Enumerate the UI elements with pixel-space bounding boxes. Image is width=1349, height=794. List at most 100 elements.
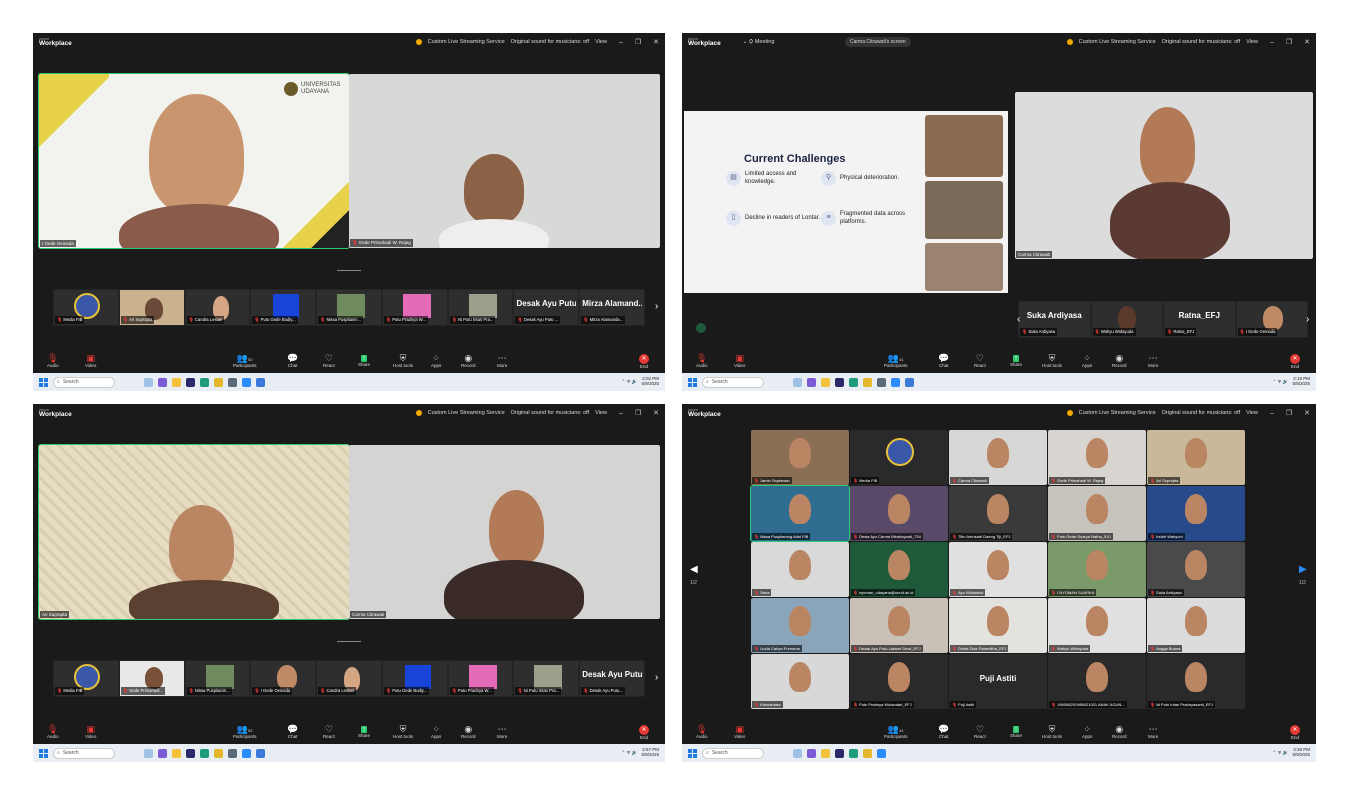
- thumbnail-tile[interactable]: 🎙Wahyu Widayuda: [1091, 302, 1162, 337]
- more-button[interactable]: ⋯ More: [1148, 721, 1158, 743]
- thumbnail-tile[interactable]: 🎙Putu Pradnya W...: [382, 290, 447, 325]
- shared-slide[interactable]: Current Challenges ▤ Limited access and k…: [684, 111, 1008, 293]
- premiere-icon[interactable]: [835, 748, 844, 758]
- speaker-tile[interactable]: Ari Suprapta: [38, 444, 350, 620]
- gallery-tile[interactable]: 🎙196008251986021001 ANAK AGUN...: [1048, 654, 1146, 709]
- zoom-icon[interactable]: [877, 748, 886, 758]
- record-button[interactable]: ◉ Record: [1112, 350, 1127, 372]
- participants-button[interactable]: 👥52 Participants: [233, 350, 257, 372]
- streaming-menu[interactable]: Custom Live Streaming Service: [428, 39, 505, 45]
- video-button[interactable]: ▣ Video: [734, 350, 745, 372]
- host-tools-button[interactable]: ⛨ Host tools: [1042, 350, 1062, 372]
- record-button[interactable]: ◉ Record: [461, 350, 476, 372]
- windows-start-icon[interactable]: [688, 748, 697, 758]
- gallery-tile[interactable]: 🎙Sena: [751, 542, 849, 597]
- end-button[interactable]: ✕ End: [1290, 350, 1300, 372]
- view-button[interactable]: View: [1246, 410, 1258, 416]
- speaker-tile[interactable]: 🎙Gede Primahadi W. Rajeg: [349, 74, 660, 248]
- record-button[interactable]: ◉ Record: [461, 721, 476, 743]
- widgets-icon[interactable]: [793, 377, 802, 387]
- gallery-tile[interactable]: 🎙Dewa Ayu Carma Miradayanti_734: [850, 486, 948, 541]
- meeting-menu[interactable]: ⌄ ⛭ Meeting: [743, 39, 775, 46]
- gallery-tile[interactable]: 🎙Desak Ayu Putu Laksmi Dewi_EFJ: [850, 598, 948, 653]
- thumbnail-tile[interactable]: Mirza Alamand... 🎙Mirza Alamanda...: [580, 290, 645, 325]
- streaming-menu[interactable]: Custom Live Streaming Service: [1079, 410, 1156, 416]
- next-page-icon[interactable]: ▶: [1299, 564, 1307, 575]
- edge-icon[interactable]: [849, 748, 858, 758]
- gallery-tile[interactable]: 🎙Jamin Saptawan: [751, 430, 849, 485]
- copilot-icon[interactable]: [158, 748, 167, 758]
- thumbnail-tile[interactable]: 🎙Putu Pradnya W...: [448, 661, 513, 696]
- photos-icon[interactable]: [905, 377, 914, 387]
- thumbnail-tile[interactable]: 🎙Ari Suprapta: [119, 290, 184, 325]
- copilot-icon[interactable]: [807, 377, 816, 387]
- premiere-icon[interactable]: [835, 377, 844, 387]
- gallery-tile[interactable]: 🎙Putu Pradnya Wulandari_EFJ: [850, 654, 948, 709]
- system-tray[interactable]: ⌃ ᯤ 🔊 2:57 PM 5/9/2025: [621, 747, 659, 758]
- file-explorer-icon[interactable]: [821, 377, 830, 387]
- widgets-icon[interactable]: [144, 377, 153, 387]
- premiere-icon[interactable]: [186, 377, 195, 387]
- widgets-icon[interactable]: [144, 748, 153, 758]
- view-button[interactable]: View: [595, 39, 607, 45]
- shield-icon[interactable]: [1066, 39, 1073, 45]
- chrome-icon[interactable]: [214, 748, 223, 758]
- close-icon[interactable]: ✕: [1304, 409, 1310, 417]
- audio-button[interactable]: 🎙 Audio: [696, 721, 708, 743]
- speaker-tile[interactable]: UNIVERSITAS UDAYANA I Gede Oeinada: [38, 73, 350, 249]
- gallery-tile[interactable]: 🎙nyoman_udayana@unud.ac.id: [850, 542, 948, 597]
- video-button[interactable]: ▣ Video: [734, 721, 745, 743]
- end-button[interactable]: ✕ End: [639, 721, 649, 743]
- thumbnail-tile[interactable]: 🎙Media FIB: [54, 290, 118, 325]
- settings-icon[interactable]: [228, 748, 237, 758]
- streaming-menu[interactable]: Custom Live Streaming Service: [428, 410, 505, 416]
- thumbnail-tile[interactable]: Desak Ayu Putu...🎙Desak Ayu Putu ...: [514, 290, 579, 325]
- thumbnail-tile[interactable]: 🎙Candra Lestari: [185, 290, 250, 325]
- copilot-icon[interactable]: [158, 377, 167, 387]
- zoom-icon[interactable]: [242, 377, 251, 387]
- apps-button[interactable]: ⁘ Apps: [1082, 350, 1092, 372]
- gallery-tile[interactable]: 🎙Media FIB: [850, 430, 948, 485]
- restore-icon[interactable]: ❐: [1286, 409, 1292, 417]
- thumbnail-tile[interactable]: Ratna_EFJ 🎙Ratna_EFJ: [1164, 302, 1235, 337]
- gallery-tile[interactable]: 🎙Angga Buana: [1147, 598, 1245, 653]
- thumbnail-tile[interactable]: 🎙I Gede Oeinada: [251, 661, 316, 696]
- shield-icon[interactable]: [415, 410, 422, 416]
- taskbar-search[interactable]: ⌕ Search: [53, 376, 115, 388]
- more-button[interactable]: ⋯ More: [497, 721, 507, 743]
- chat-button[interactable]: 💬 Chat: [938, 721, 949, 743]
- thumbnail-tile[interactable]: 🎙Nissa Puspitanin...: [317, 290, 381, 325]
- copilot-icon[interactable]: [807, 748, 816, 758]
- thumbnail-tile[interactable]: 🎙I Gede Oeinada: [1236, 302, 1307, 337]
- settings-icon[interactable]: [228, 377, 237, 387]
- shield-icon[interactable]: [1066, 410, 1073, 416]
- thumbnail-tile[interactable]: Desak Ayu Putu...🎙Desak Ayu Putu...: [580, 661, 645, 696]
- gallery-tile[interactable]: 🎙I NYOMAN SUARKA: [1048, 542, 1146, 597]
- photos-icon[interactable]: [256, 377, 265, 387]
- more-button[interactable]: ⋯ More: [497, 350, 507, 372]
- system-tray[interactable]: ⌃ ᯤ 🔊 3:38 PM 5/9/2025: [1272, 747, 1310, 758]
- gallery-tile[interactable]: 🎙Linda Cahya Purnama: [751, 598, 849, 653]
- host-tools-button[interactable]: ⛨ Host tools: [1042, 721, 1062, 743]
- edge-icon[interactable]: [200, 748, 209, 758]
- participants-button[interactable]: 👥52 Participants: [233, 721, 257, 743]
- zoom-icon[interactable]: [242, 748, 251, 758]
- restore-icon[interactable]: ❐: [635, 38, 641, 46]
- participants-button[interactable]: 👥41 Participants: [884, 350, 908, 372]
- gallery-tile[interactable]: 🎙Titin Amrisarti Daeng Tiji_EFJ: [949, 486, 1047, 541]
- chrome-icon[interactable]: [863, 377, 872, 387]
- screen-share-indicator[interactable]: Carma Citrawati's screen: [845, 37, 911, 47]
- thumbnail-tile[interactable]: 🎙Putu Gede Budiy...: [382, 661, 447, 696]
- close-icon[interactable]: ✕: [1304, 38, 1310, 46]
- thumbnail-tile[interactable]: 🎙Media FIB: [54, 661, 118, 696]
- more-button[interactable]: ⋯ More: [1148, 350, 1158, 372]
- chrome-icon[interactable]: [214, 377, 223, 387]
- apps-button[interactable]: ⁘ Apps: [431, 721, 441, 743]
- react-button[interactable]: ♡ React: [323, 350, 335, 372]
- gallery-tile[interactable]: 🎙Ari Suprapta: [1147, 430, 1245, 485]
- chat-button[interactable]: 💬 Chat: [938, 350, 949, 372]
- restore-icon[interactable]: ❐: [1286, 38, 1292, 46]
- edge-icon[interactable]: [200, 377, 209, 387]
- apps-button[interactable]: ⁘ Apps: [1082, 721, 1092, 743]
- file-explorer-icon[interactable]: [821, 748, 830, 758]
